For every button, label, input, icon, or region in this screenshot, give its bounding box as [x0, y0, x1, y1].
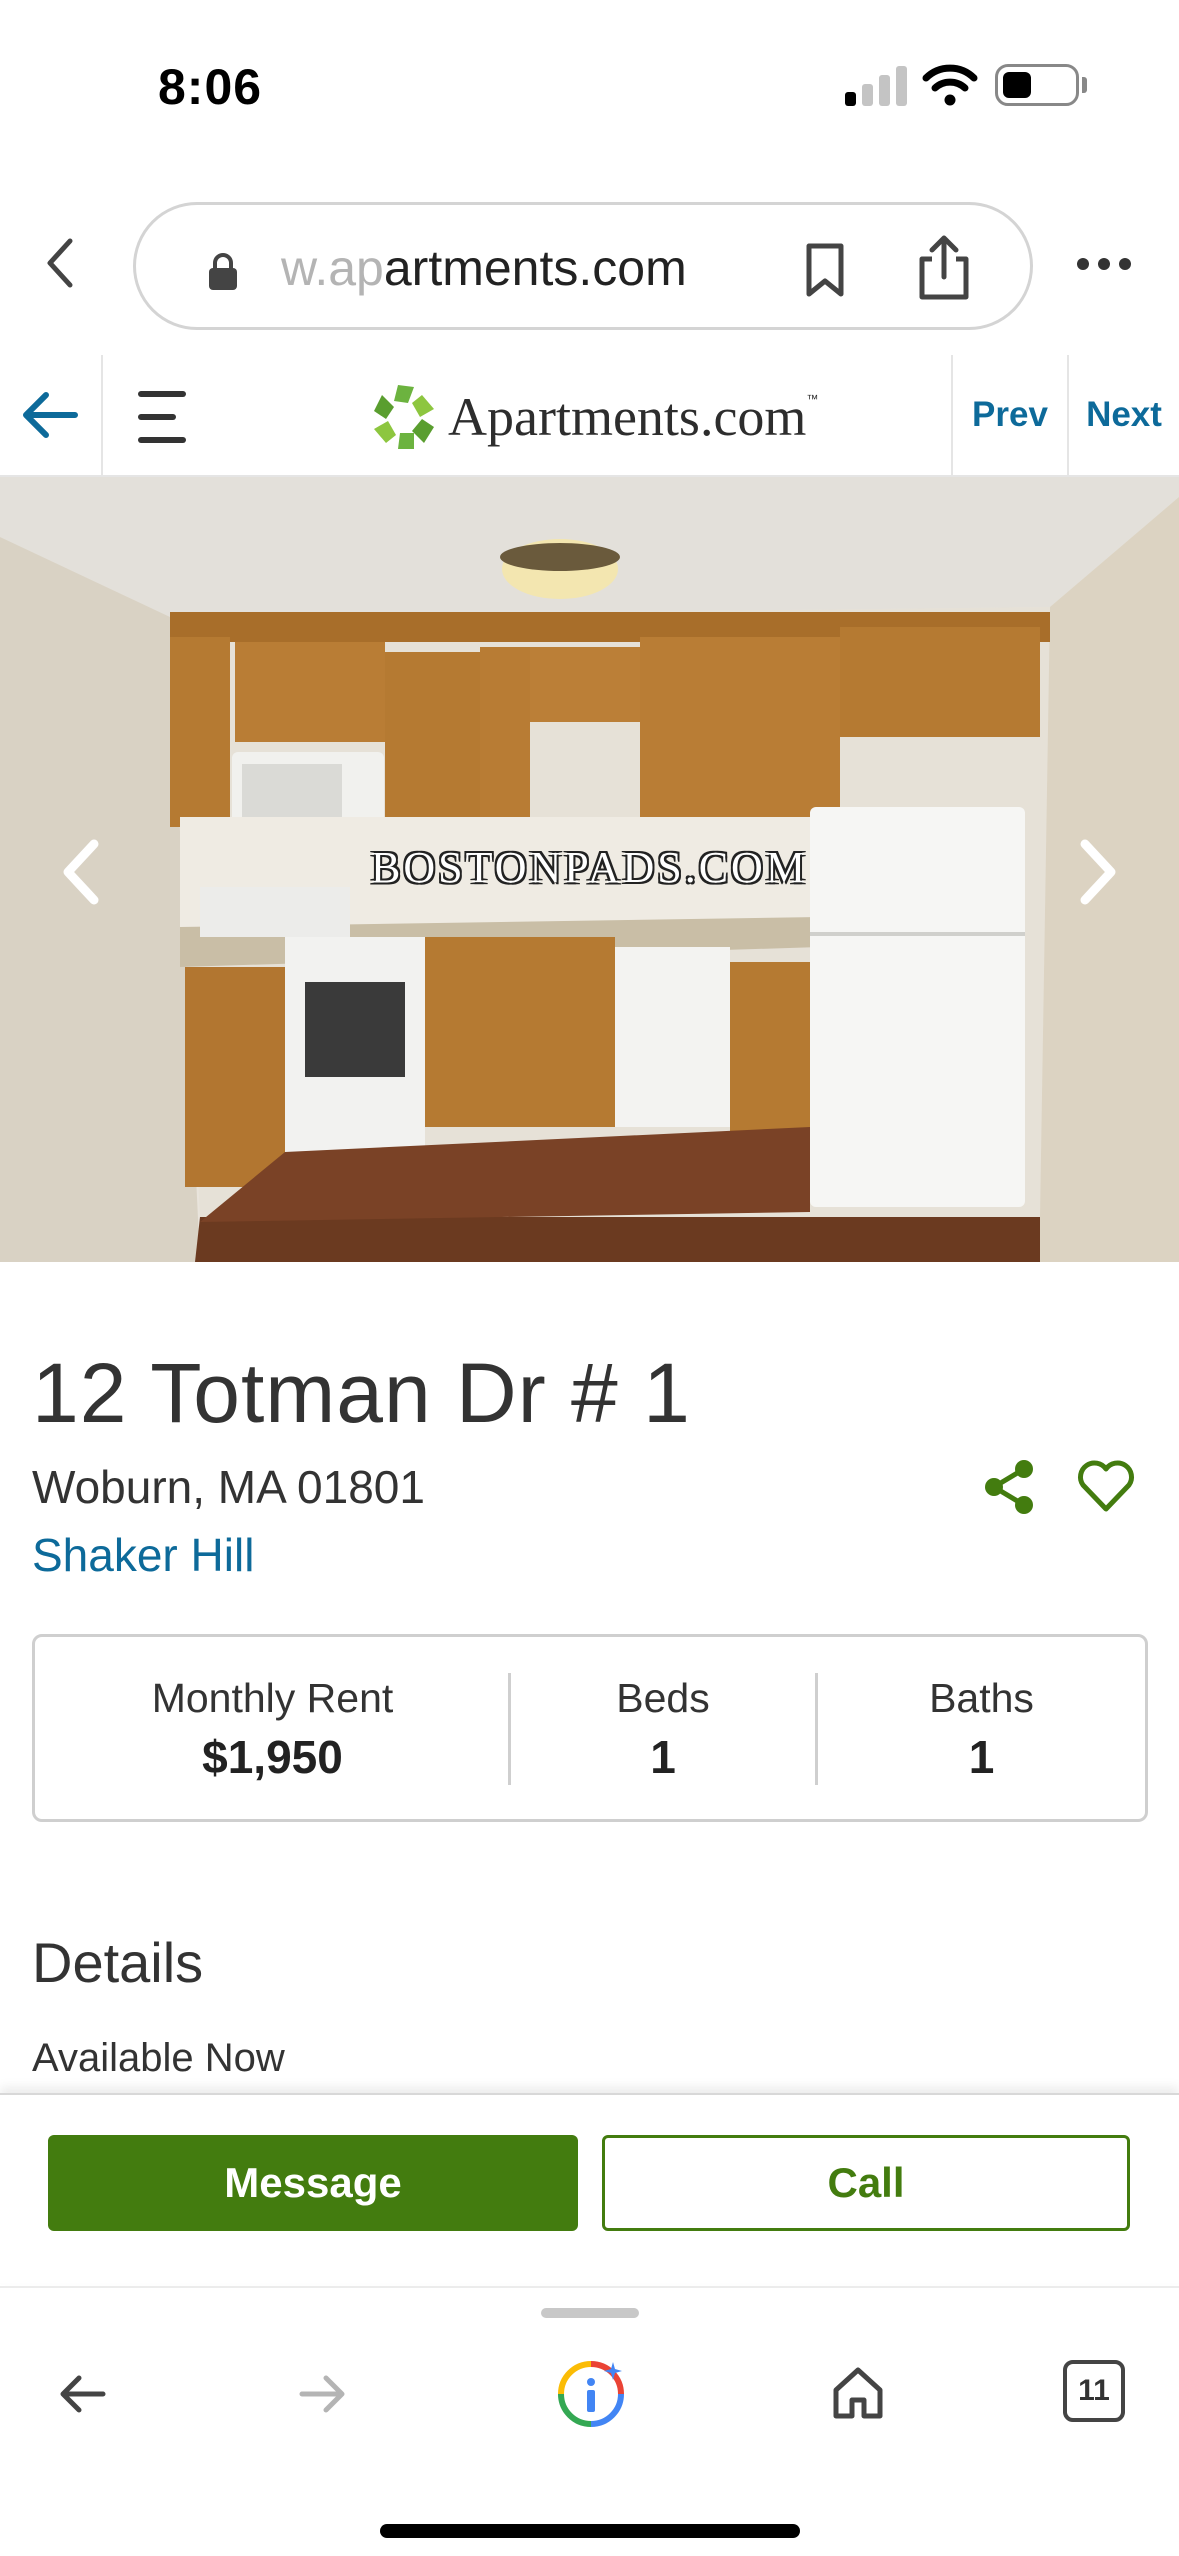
logo-text: Apartments.com: [448, 387, 807, 447]
logo-trademark: ™: [806, 392, 819, 406]
photo-next-chevron-icon[interactable]: [1067, 832, 1127, 912]
battery-cap: [1082, 77, 1087, 93]
stat-label: Beds: [616, 1675, 710, 1721]
stat-value: 1: [968, 1731, 995, 1783]
home-indicator[interactable]: [380, 2524, 800, 2538]
status-bar: 8:06: [0, 0, 1179, 175]
rent-beds-baths-panel: Monthly Rent $1,950 Beds 1 Baths 1: [32, 1634, 1148, 1822]
prev-listing-button[interactable]: Prev: [951, 355, 1067, 475]
next-listing-button[interactable]: Next: [1067, 355, 1179, 475]
message-button[interactable]: Message: [48, 2135, 578, 2231]
url-text: w.apartments.com: [281, 239, 687, 297]
url-faded-prefix: w.ap: [281, 240, 384, 296]
photo-watermark: BOSTONPADS.COM: [371, 843, 808, 892]
forward-arrow-icon[interactable]: [294, 2366, 350, 2422]
back-chevron-icon[interactable]: [38, 233, 88, 293]
stat-label: Baths: [929, 1675, 1034, 1721]
availability-text: Available Now: [32, 2036, 285, 2080]
battery-icon: [995, 64, 1079, 106]
url-field[interactable]: w.apartments.com: [133, 202, 1033, 330]
share-listing-icon[interactable]: [980, 1457, 1040, 1517]
bookmark-icon[interactable]: [801, 241, 849, 299]
back-arrow-icon: [23, 392, 78, 438]
url-domain: artments.com: [383, 240, 687, 296]
listing-city: Woburn, MA 01801: [32, 1461, 425, 1513]
listing-photo[interactable]: BOSTONPADS.COM: [0, 477, 1179, 1262]
photo-previous-chevron-icon[interactable]: [52, 832, 112, 912]
stat-value: 1: [650, 1731, 676, 1783]
tab-switcher-icon[interactable]: 11: [1063, 2360, 1125, 2422]
back-arrow-icon[interactable]: [55, 2366, 111, 2422]
hamburger-menu-icon[interactable]: [138, 387, 194, 447]
more-options-icon[interactable]: [1077, 258, 1133, 272]
wifi-icon: [922, 64, 978, 106]
apartments-logo-mark-icon: [374, 385, 434, 449]
apartments-logo[interactable]: Apartments.com™: [370, 383, 818, 451]
google-lens-icon[interactable]: [555, 2358, 627, 2430]
stat-value: $1,950: [202, 1731, 343, 1783]
call-button[interactable]: Call: [602, 2135, 1130, 2231]
details-heading: Details: [32, 1931, 204, 1994]
toolbar-grabber[interactable]: [541, 2308, 639, 2318]
baths-stat: Baths 1: [818, 1637, 1145, 1819]
site-back-button[interactable]: [0, 355, 103, 475]
share-icon[interactable]: [914, 235, 974, 301]
home-icon[interactable]: [828, 2362, 888, 2422]
lock-icon: [209, 253, 237, 290]
status-time: 8:06: [158, 59, 263, 115]
favorite-heart-icon[interactable]: [1075, 1457, 1137, 1517]
browser-bottom-toolbar: 11: [0, 2286, 1179, 2556]
beds-stat: Beds 1: [511, 1637, 815, 1819]
browser-address-bar: w.apartments.com: [0, 175, 1179, 350]
listing-address: 12 Totman Dr # 1: [32, 1346, 691, 1440]
contact-action-bar: Message Call: [0, 2093, 1179, 2283]
monthly-rent-stat: Monthly Rent $1,950: [35, 1637, 510, 1819]
neighborhood-link[interactable]: Shaker Hill: [32, 1528, 254, 1582]
stat-label: Monthly Rent: [151, 1675, 394, 1721]
cellular-signal-icon: [845, 64, 907, 106]
site-header: Apartments.com™ Prev Next: [0, 355, 1179, 477]
